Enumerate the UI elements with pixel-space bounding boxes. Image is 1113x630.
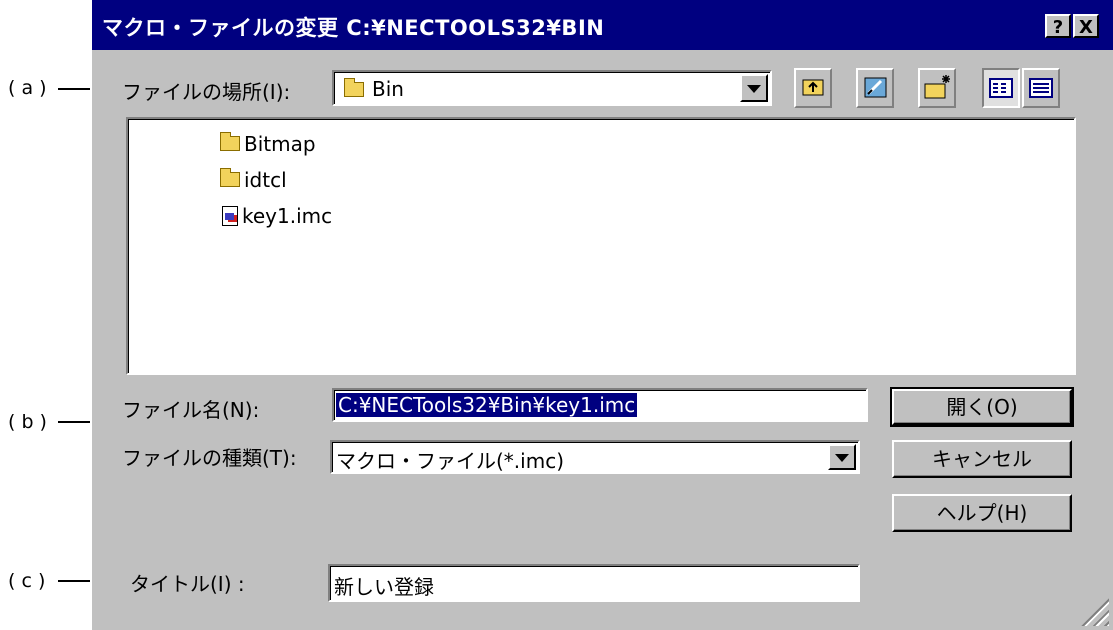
list-item-label: key1.imc [242,203,333,228]
cancel-button[interactable]: キャンセル [892,440,1072,478]
resize-grip[interactable] [1081,598,1109,626]
list-item-label: idtcl [244,167,287,192]
annotation-a: ( a ) [8,77,47,99]
list-view-button[interactable] [982,68,1020,108]
filename-input[interactable]: C:¥NECTools32¥Bin¥key1.imc [332,388,868,422]
up-one-level-button[interactable] [794,68,832,108]
look-in-combobox[interactable]: Bin [332,70,772,106]
list-item-bitmap[interactable]: Bitmap [220,130,316,156]
list-view-icon [989,78,1013,98]
open-button[interactable]: 開く(O) [890,387,1074,427]
look-in-dropdown-button[interactable] [740,74,768,102]
folder-open-icon [344,78,364,97]
window-title: マクロ・ファイルの変更 C:¥NECTOOLS32¥BIN [102,16,605,40]
up-one-level-icon [802,79,824,96]
close-title-button[interactable]: X [1073,14,1099,38]
look-in-label: ファイルの場所(I): [122,76,290,105]
filetype-combobox[interactable]: マクロ・ファイル(*.imc) [330,440,860,474]
annotation-b: ( b ) [8,411,47,433]
title-input[interactable]: 新しい登録 [328,564,860,602]
details-view-icon [1029,78,1053,98]
filetype-value: マクロ・ファイル(*.imc) [336,449,564,473]
title-field-accel: (I) : [210,572,245,596]
filename-value: C:¥NECTools32¥Bin¥key1.imc [336,393,638,417]
desktop-button[interactable] [856,68,894,108]
filetype-label-text: ファイルの種類 [122,446,262,470]
look-in-accel: (I): [262,80,291,104]
filename-label: ファイル名(N): [122,394,259,423]
annotation-c: ( c ) [8,570,46,592]
filename-label-text: ファイル名 [122,398,222,422]
filename-accel: (N): [222,398,260,422]
folder-icon [220,132,240,151]
list-item-label: Bitmap [244,131,316,156]
title-field-value: 新しい登録 [334,575,434,599]
look-in-label-text: ファイルの場所 [122,80,262,104]
macro-file-icon [222,205,238,226]
new-folder-icon [924,75,950,99]
details-view-button[interactable] [1022,68,1060,108]
filetype-accel: (T): [262,446,297,470]
title-bar[interactable]: マクロ・ファイルの変更 C:¥NECTOOLS32¥BIN ? X [92,0,1113,50]
list-item-key1[interactable]: key1.imc [222,202,332,228]
help-title-button[interactable]: ? [1045,14,1071,38]
new-folder-button[interactable] [918,68,956,108]
file-dialog: マクロ・ファイルの変更 C:¥NECTOOLS32¥BIN ? X ファイルの場… [90,0,1113,630]
folder-icon [220,168,240,187]
list-item-idtcl[interactable]: idtcl [220,166,287,192]
title-field-label-text: タイトル [130,572,210,596]
filetype-label: ファイルの種類(T): [122,442,297,471]
title-field-label: タイトル(I) : [130,568,245,597]
desktop-icon [864,77,887,98]
look-in-value: Bin [372,77,404,101]
help-button[interactable]: ヘルプ(H) [892,494,1072,532]
file-list[interactable] [126,117,1076,375]
filetype-dropdown-button[interactable] [828,444,856,470]
